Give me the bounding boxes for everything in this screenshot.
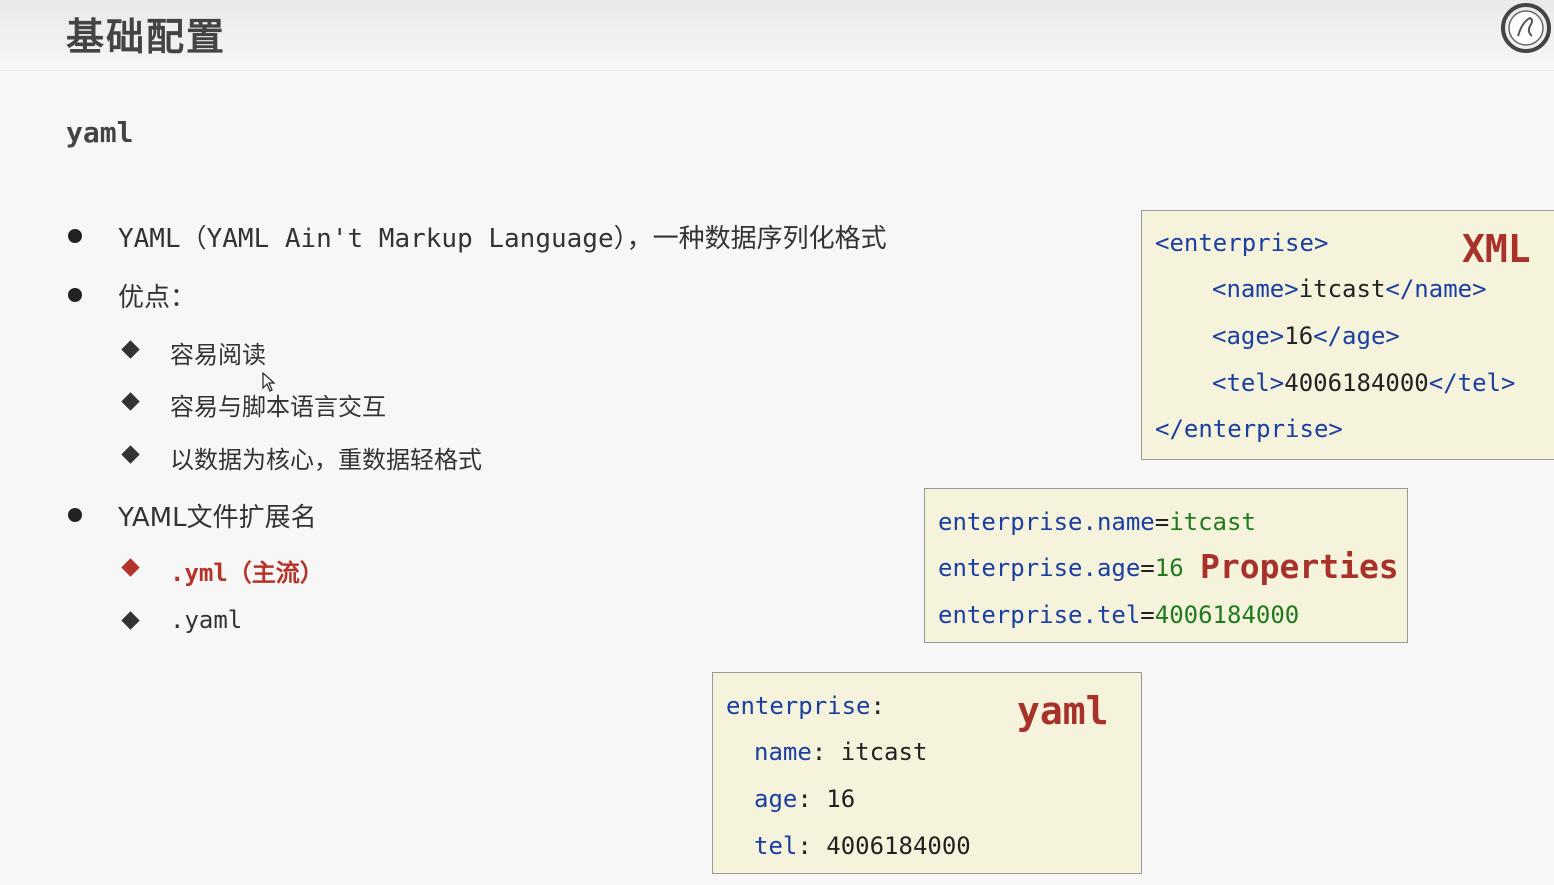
yaml-key: enterprise	[726, 692, 871, 720]
bullet-file-extension: YAML文件扩展名	[118, 503, 317, 533]
properties-line: enterprise.name=itcast	[938, 508, 1256, 536]
xml-line: <age>16</age>	[1212, 322, 1400, 350]
extension-item-yml: .yml（主流）	[170, 559, 324, 587]
xml-label: XML	[1462, 227, 1531, 271]
properties-line: enterprise.age=16	[938, 554, 1184, 582]
bullet-yaml-definition: YAML（YAML Ain't Markup Language），一种数据序列化…	[118, 224, 887, 254]
diamond-bullet-highlight	[121, 558, 140, 577]
yaml-line: enterprise:	[726, 692, 885, 720]
bullet-dot	[68, 508, 82, 522]
property-key: enterprise.name	[938, 508, 1155, 536]
yaml-line: age: 16	[754, 785, 855, 813]
property-value: 4006184000	[1154, 601, 1300, 629]
header-bar: 基础配置	[0, 0, 1554, 71]
yaml-colon: :	[797, 785, 812, 813]
yaml-colon: :	[811, 738, 827, 766]
properties-label: Properties	[1200, 547, 1399, 586]
xml-tag: <name>	[1212, 275, 1299, 303]
advantage-item: 容易与脚本语言交互	[170, 393, 386, 421]
yaml-value: 4006184000	[811, 832, 971, 860]
property-key: enterprise.tel	[938, 601, 1141, 629]
xml-line: <name>itcast</name>	[1212, 275, 1487, 303]
diamond-bullet	[121, 445, 140, 464]
page-title: 基础配置	[66, 15, 227, 59]
xml-line: <enterprise>	[1155, 229, 1329, 257]
advantage-item: 以数据为核心，重数据轻格式	[170, 446, 482, 474]
yaml-line: name: itcast	[754, 738, 927, 766]
properties-code-box: Properties enterprise.name=itcast enterp…	[924, 488, 1408, 643]
property-value: 16	[1154, 554, 1184, 582]
yaml-colon: :	[797, 832, 812, 860]
xml-value: 4006184000	[1284, 369, 1429, 397]
yaml-code-box: yaml enterprise: name: itcast age: 16 te…	[712, 672, 1142, 874]
properties-line: enterprise.tel=4006184000	[938, 601, 1299, 629]
xml-tag: <age>	[1212, 322, 1285, 350]
yaml-colon: :	[870, 692, 885, 720]
yaml-key: name	[754, 738, 812, 766]
xml-line: <tel>4006184000</tel>	[1212, 369, 1515, 397]
yaml-label: yaml	[1017, 689, 1109, 733]
xml-value: 16	[1284, 322, 1314, 350]
diamond-bullet	[121, 340, 140, 359]
property-eq: =	[1140, 601, 1155, 629]
xml-tag: </name>	[1385, 275, 1487, 303]
circular-logo-icon	[1501, 3, 1551, 53]
xml-value: itcast	[1298, 275, 1386, 303]
section-subtitle: yaml	[66, 116, 134, 149]
yaml-value: itcast	[826, 738, 928, 766]
property-key: enterprise.age	[938, 554, 1141, 582]
property-eq: =	[1154, 508, 1170, 536]
yaml-value: 16	[811, 785, 856, 813]
property-eq: =	[1140, 554, 1155, 582]
yaml-line: tel: 4006184000	[754, 832, 971, 860]
bullet-dot	[68, 288, 82, 302]
bullet-advantages: 优点：	[118, 283, 197, 313]
property-value: itcast	[1169, 508, 1256, 536]
mouse-pointer-icon	[262, 372, 276, 392]
xml-tag: </tel>	[1428, 369, 1516, 397]
yaml-key: age	[754, 785, 798, 813]
extension-item-yaml: .yaml	[170, 606, 243, 634]
advantage-item: 容易阅读	[170, 341, 266, 369]
diamond-bullet	[121, 392, 140, 411]
diamond-bullet	[121, 611, 140, 630]
xml-tag: <tel>	[1212, 369, 1285, 397]
bullet-dot	[68, 229, 82, 243]
xml-tag: </age>	[1313, 322, 1400, 350]
xml-code-box: XML <enterprise> <name>itcast</name> <ag…	[1141, 210, 1554, 460]
yaml-key: tel	[754, 832, 798, 860]
xml-line: </enterprise>	[1155, 415, 1343, 443]
